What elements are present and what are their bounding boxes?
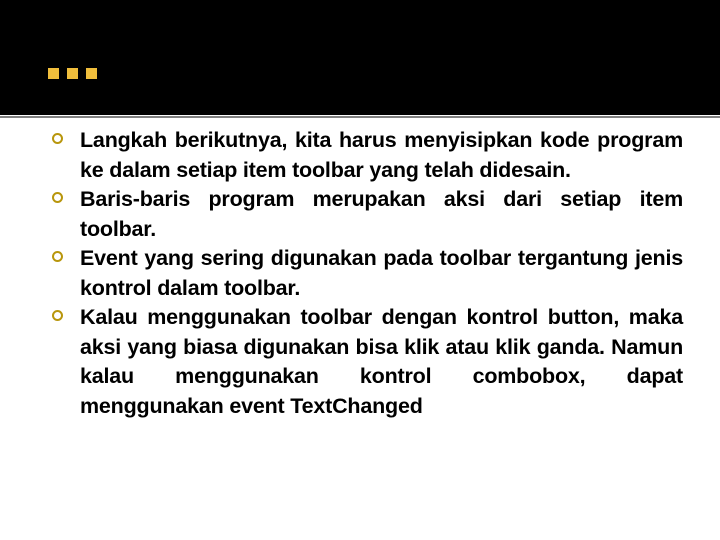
list-item: Baris-baris program merupakan aksi dari … — [0, 185, 720, 244]
bullet-circle-icon — [52, 192, 63, 203]
title-dot-icon — [67, 67, 78, 79]
list-item-text: Baris-baris program merupakan aksi dari … — [80, 187, 683, 241]
header-divider — [0, 116, 720, 118]
page-title — [48, 55, 97, 91]
bullet-circle-icon — [52, 310, 63, 321]
bullet-list: Langkah berikutnya, kita harus menyisipk… — [0, 126, 720, 421]
list-item: Event yang sering digunakan pada toolbar… — [0, 244, 720, 303]
slide-body: Langkah berikutnya, kita harus menyisipk… — [0, 126, 720, 421]
list-item: Langkah berikutnya, kita harus menyisipk… — [0, 126, 720, 185]
list-item-text: Event yang sering digunakan pada toolbar… — [80, 246, 683, 300]
title-dot-icon — [86, 67, 97, 79]
bullet-circle-icon — [52, 133, 63, 144]
bullet-circle-icon — [52, 251, 63, 262]
list-item: Kalau menggunakan toolbar dengan kontrol… — [0, 303, 720, 421]
list-item-text: Langkah berikutnya, kita harus menyisipk… — [80, 128, 683, 182]
list-item-text: Kalau menggunakan toolbar dengan kontrol… — [80, 305, 683, 418]
slide-header-band — [0, 0, 720, 115]
title-dot-icon — [48, 67, 59, 79]
slide: Langkah berikutnya, kita harus menyisipk… — [0, 0, 720, 540]
